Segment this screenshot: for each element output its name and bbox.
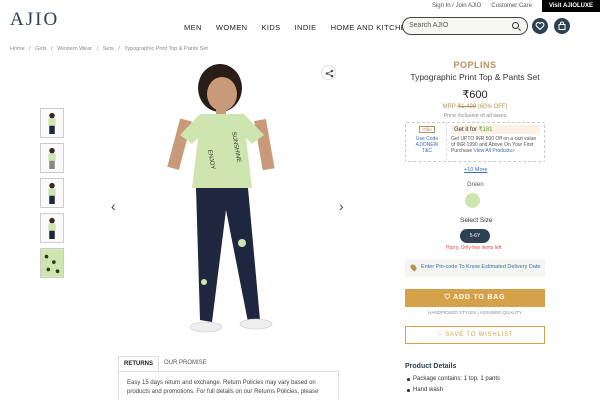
search-input[interactable]: Search AJIO: [402, 17, 528, 35]
breadcrumb-home[interactable]: Home: [10, 46, 25, 52]
nav-women[interactable]: WOMEN: [216, 23, 248, 32]
product-image: ENJOY SUNSHINE: [160, 60, 300, 340]
breadcrumb-western-wear[interactable]: Western Wear: [57, 46, 92, 52]
pincode-check[interactable]: Enter Pin-code To Know Estimated Deliver…: [405, 259, 545, 277]
more-offers-link[interactable]: +10 More: [464, 167, 487, 173]
tnc-link[interactable]: T&C: [422, 148, 432, 154]
product-price: ₹600: [462, 89, 488, 101]
offer-price-row: Get it for ₹181: [451, 125, 540, 134]
breadcrumb-sep: /: [118, 46, 120, 52]
returns-text: Easy 15 days return and exchange. Return…: [118, 371, 339, 400]
chevron-right-icon[interactable]: ›: [339, 198, 344, 214]
offer-tag: Offer: [419, 126, 435, 133]
offer-price: ₹181: [478, 127, 493, 133]
pincode-text: Enter Pin-code To Know Estimated Deliver…: [421, 264, 541, 270]
size-option-5-6y[interactable]: 5-6Y: [460, 229, 490, 243]
list-item: Package contains: 1 top, 1 pants: [406, 376, 501, 382]
heart-icon: ♡: [436, 332, 446, 338]
top-bar: Sign In / Join AJIO Customer Care Visit …: [432, 0, 600, 12]
share-icon[interactable]: [321, 65, 336, 80]
breadcrumb-current: Typographic Print Top & Pants Set: [124, 46, 208, 52]
get-it-for-label: Get it for: [454, 127, 478, 133]
offer-code-block: Offer Use Code AJIONEW T&C: [409, 126, 445, 160]
offer-box: Offer Use Code AJIONEW T&C Get it for ₹1…: [405, 122, 545, 162]
list-item: Hand wash: [406, 387, 500, 393]
wishlist-label: SAVE TO WISHLIST: [445, 332, 514, 338]
discount-value: (60% OFF): [477, 104, 508, 110]
assurance-note: HANDPICKED STYLES | ASSURED QUALITY: [428, 310, 522, 315]
logo[interactable]: AJIO: [10, 9, 59, 31]
heart-icon[interactable]: [532, 18, 548, 34]
search-placeholder: Search AJIO: [409, 22, 449, 29]
main-nav: MEN WOMEN KIDS INDIE HOME AND KITCHEN: [184, 23, 426, 32]
bag-icon[interactable]: [554, 18, 570, 34]
search-icon[interactable]: [512, 22, 519, 29]
thumbnail-3[interactable]: [40, 178, 64, 208]
thumbnail-2[interactable]: [40, 143, 64, 173]
tax-note: Price inclusive of all taxes: [443, 113, 507, 119]
add-to-bag-label: ADD TO BAG: [453, 294, 506, 301]
color-swatch-green[interactable]: [465, 193, 480, 208]
info-tabs: RETURNS OUR PROMISE: [118, 356, 212, 371]
chevron-left-icon[interactable]: ‹: [111, 198, 116, 214]
view-all-products-link[interactable]: View All Products»: [474, 148, 515, 154]
location-icon: [409, 263, 418, 272]
tab-our-promise[interactable]: OUR PROMISE: [159, 356, 212, 371]
breadcrumb-sets[interactable]: Sets: [103, 46, 114, 52]
product-title: Typographic Print Top & Pants Set: [410, 72, 540, 82]
product-info: POPLINS Typographic Print Top & Pants Se…: [400, 60, 550, 119]
mrp-label: MRP: [442, 104, 456, 110]
add-to-bag-button[interactable]: ⛉ ADD TO BAG: [405, 289, 545, 307]
nav-home-kitchen[interactable]: HOME AND KITCHEN: [331, 23, 412, 32]
signin-link[interactable]: Sign In / Join AJIO: [432, 3, 481, 9]
product-brand[interactable]: POPLINS: [400, 60, 550, 70]
product-details-list: Package contains: 1 top, 1 pants Hand wa…: [406, 376, 501, 398]
breadcrumb-sep: /: [29, 46, 31, 52]
customer-care-link[interactable]: Customer Care: [491, 3, 532, 9]
tab-returns[interactable]: RETURNS: [118, 356, 160, 371]
thumbnail-4[interactable]: [40, 213, 64, 243]
thumbnail-1[interactable]: [40, 108, 64, 138]
nav-men[interactable]: MEN: [184, 23, 202, 32]
stock-warning: Hurry, Only few items left: [446, 245, 502, 251]
size-label: Select Size: [460, 217, 493, 224]
nav-indie[interactable]: INDIE: [295, 23, 317, 32]
color-label: Green: [467, 182, 484, 188]
breadcrumb-girls[interactable]: Girls: [35, 46, 46, 52]
bag-icon: ⛉: [444, 294, 454, 301]
save-to-wishlist-button[interactable]: ♡ SAVE TO WISHLIST: [405, 326, 545, 344]
ajioluxe-link[interactable]: Visit AJIOLUXE: [541, 0, 600, 12]
breadcrumb-sep: /: [51, 46, 53, 52]
mrp-value: ₹1,499: [457, 104, 477, 110]
nav-kids[interactable]: KIDS: [261, 23, 280, 32]
breadcrumb: Home / Girls / Western Wear / Sets / Typ…: [10, 46, 211, 52]
product-mrp: MRP ₹1,499 (60% OFF): [400, 103, 550, 110]
thumbnail-5[interactable]: [40, 248, 64, 278]
offer-details: Get it for ₹181 Get UPTO INR 500 Off on …: [446, 123, 544, 161]
product-details-title: Product Details: [405, 363, 457, 370]
breadcrumb-sep: /: [96, 46, 99, 52]
